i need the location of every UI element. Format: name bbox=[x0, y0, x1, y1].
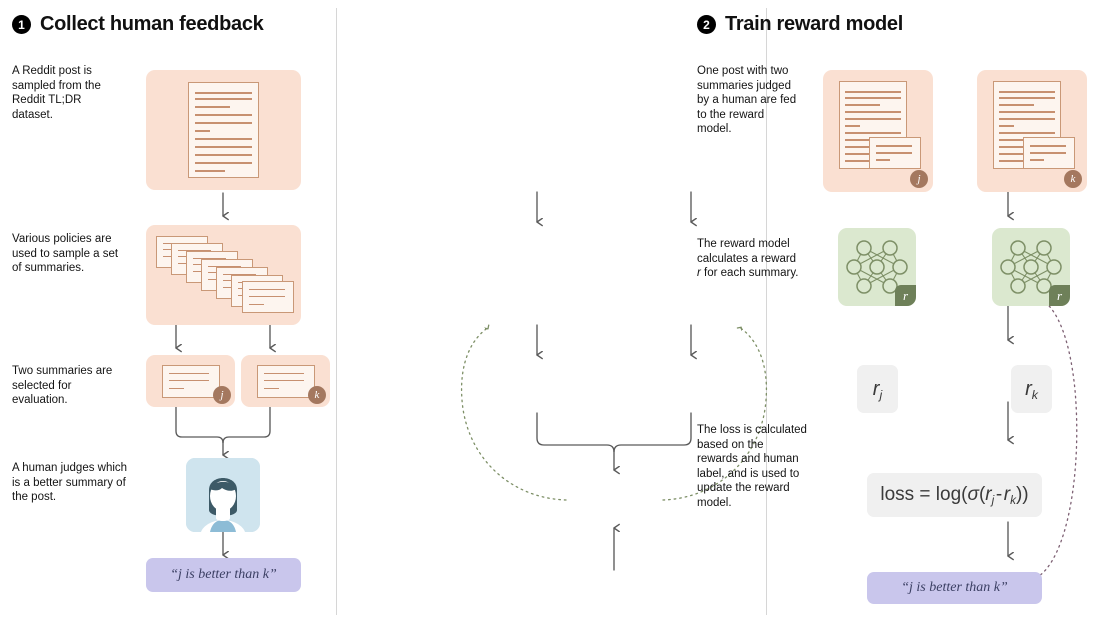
rlhf-diagram: 1 Collect human feedback A Reddit post i… bbox=[0, 0, 1111, 623]
document-icon bbox=[188, 82, 259, 178]
badge-k: k bbox=[308, 386, 326, 404]
step-title: Collect human feedback bbox=[40, 13, 264, 35]
stacked-summaries-icon bbox=[154, 234, 294, 316]
human-label-chip: “j is better than k” bbox=[146, 558, 301, 592]
human-annotator-avatar bbox=[186, 458, 260, 532]
caption-two-summaries: Two summaries are selected for evaluatio… bbox=[12, 365, 113, 406]
summary-card-k: k bbox=[241, 355, 330, 407]
badge-j: j bbox=[213, 386, 231, 404]
caption-sample-summaries: Various policies are used to sample a se… bbox=[12, 233, 119, 274]
summary-icon-k bbox=[256, 364, 315, 398]
caption-sample-post: A Reddit post is sampled from the Reddit… bbox=[12, 65, 101, 121]
reddit-post-card bbox=[146, 70, 301, 190]
summary-card-j: j bbox=[146, 355, 235, 407]
caption-human-judges: A human judges which is a better summary… bbox=[12, 462, 128, 503]
summary-icon-j bbox=[161, 364, 220, 398]
step-number-badge: 1 bbox=[12, 15, 31, 34]
person-icon bbox=[186, 458, 260, 532]
column-collect-human-feedback: 1 Collect human feedback A Reddit post i… bbox=[0, 0, 340, 623]
column-train-policy-ppo: 3 Train policy with PPO A new post is sa… bbox=[770, 0, 1111, 623]
sampled-summaries-card bbox=[146, 225, 301, 325]
step-1-heading: 1 Collect human feedback bbox=[12, 13, 264, 36]
column-train-reward-model: 2 Train reward model One post with two s… bbox=[340, 0, 1087, 623]
step-number-badge: 2 bbox=[697, 15, 716, 34]
inline-r: r bbox=[697, 267, 701, 279]
